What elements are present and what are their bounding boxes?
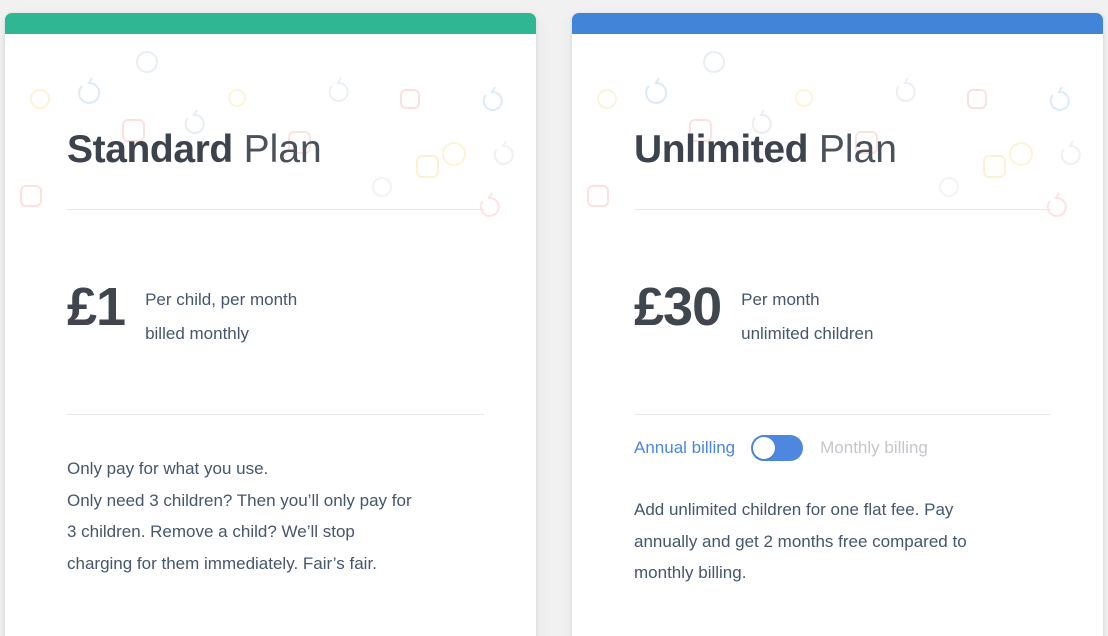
price-detail-standard: Per child, per month billed monthly xyxy=(145,273,297,351)
divider-top-unlimited xyxy=(634,209,1051,210)
plan-description-unlimited: Add unlimited children for one flat fee.… xyxy=(634,494,1038,589)
plan-description-standard: Only pay for what you use. Only need 3 c… xyxy=(67,453,491,579)
plan-title-unlimited: Unlimited Plan xyxy=(634,125,897,175)
billing-label-monthly[interactable]: Monthly billing xyxy=(820,435,928,461)
description-line: Add unlimited children for one flat fee.… xyxy=(634,500,954,519)
price-detail-line-2: billed monthly xyxy=(145,324,250,343)
description-line: annually and get 2 months free compared … xyxy=(634,531,967,551)
price-amount-standard: £1 xyxy=(67,277,126,337)
pricing-card-standard: Standard Plan £1 Per child, per month bi… xyxy=(5,13,536,636)
price-detail-line-1: Per month xyxy=(741,290,820,309)
price-detail-line-2: unlimited children xyxy=(741,324,874,343)
plan-title-light: Plan xyxy=(808,128,897,171)
card-body-unlimited: Unlimited Plan £30 Per month unlimited c… xyxy=(572,13,1103,636)
pricing-card-unlimited: Unlimited Plan £30 Per month unlimited c… xyxy=(572,13,1103,636)
description-line: Only need 3 children? Then you’ll only p… xyxy=(67,490,412,510)
plan-title-strong: Standard xyxy=(67,128,233,171)
card-body-standard: Standard Plan £1 Per child, per month bi… xyxy=(5,13,536,636)
price-detail-line-1: Per child, per month xyxy=(145,290,298,309)
divider-bottom-unlimited xyxy=(634,414,1051,415)
price-row-standard: £1 Per child, per month billed monthly xyxy=(67,273,297,351)
toggle-knob xyxy=(753,437,776,459)
description-line: monthly billing. xyxy=(634,563,747,582)
description-line: charging for them immediately. Fair’s fa… xyxy=(67,553,377,573)
price-detail-unlimited: Per month unlimited children xyxy=(741,273,873,351)
billing-toggle-switch[interactable] xyxy=(751,435,804,461)
plan-title-strong: Unlimited xyxy=(634,128,809,171)
plan-title-standard: Standard Plan xyxy=(67,125,322,175)
price-amount-unlimited: £30 xyxy=(634,277,722,337)
billing-label-annual[interactable]: Annual billing xyxy=(634,435,735,461)
pricing-page: Standard Plan £1 Per child, per month bi… xyxy=(0,0,1108,636)
divider-bottom-standard xyxy=(67,414,484,415)
price-row-unlimited: £30 Per month unlimited children xyxy=(634,273,873,351)
description-line: Only pay for what you use. xyxy=(67,459,269,478)
billing-toggle-row: Annual billing Monthly billing xyxy=(634,435,928,461)
plan-title-light: Plan xyxy=(232,128,322,171)
divider-top-standard xyxy=(67,209,484,210)
description-line: 3 children. Remove a child? We’ll stop xyxy=(67,522,355,541)
